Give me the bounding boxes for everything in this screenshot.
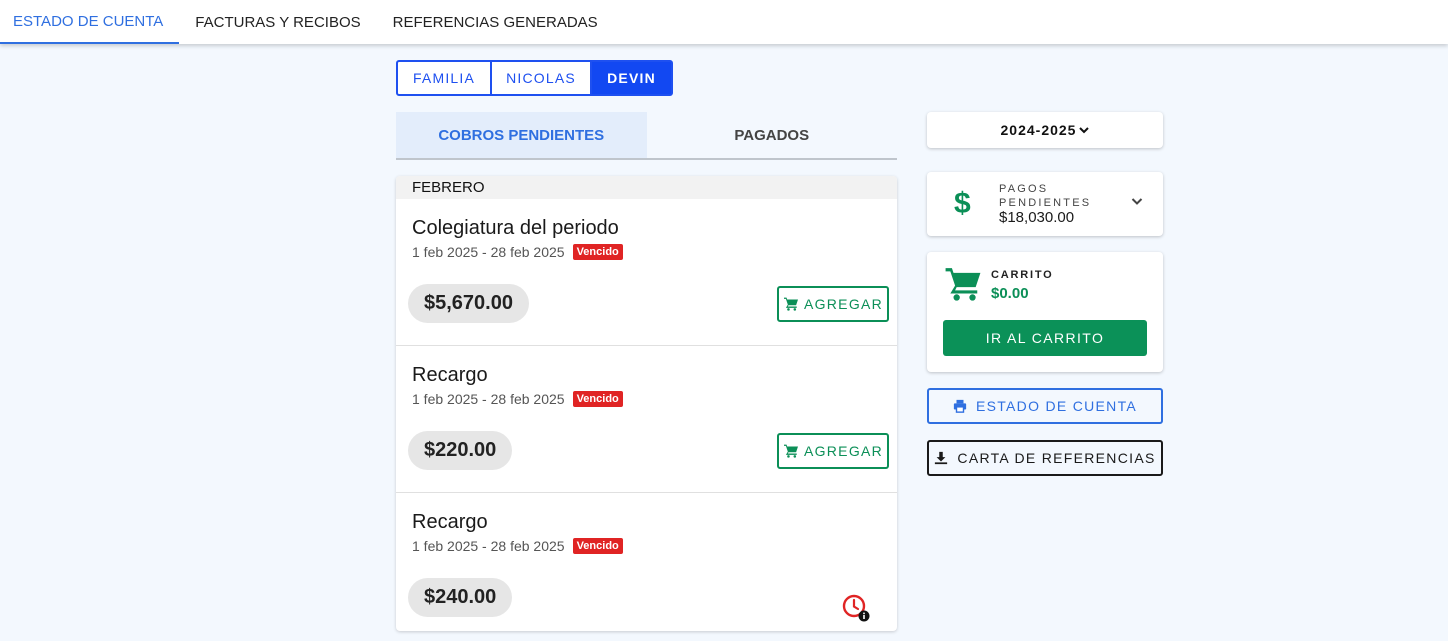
year-selector[interactable]: 2024-2025 bbox=[927, 112, 1163, 148]
overdue-badge: Vencido bbox=[572, 391, 623, 407]
add-to-cart-button[interactable]: AGREGAR bbox=[777, 433, 889, 469]
printer-icon bbox=[953, 399, 967, 413]
student-option-familia[interactable]: FAMILIA bbox=[396, 60, 492, 96]
charge-title: Colegiatura del periodo bbox=[412, 217, 619, 239]
add-to-cart-label: AGREGAR bbox=[803, 296, 884, 312]
top-nav: ESTADO DE CUENTA FACTURAS Y RECIBOS REFE… bbox=[0, 0, 1448, 44]
month-header: FEBRERO bbox=[396, 176, 897, 199]
pending-payments-card[interactable]: $ PAGOS PENDIENTES $18,030.00 bbox=[927, 172, 1163, 236]
cart-icon bbox=[783, 297, 798, 311]
charge-amount: $5,670.00 bbox=[408, 284, 529, 323]
charge-period: 1 feb 2025 - 28 feb 2025 Vencido bbox=[412, 391, 623, 407]
charge-item: Colegiatura del periodo 1 feb 2025 - 28 … bbox=[396, 199, 897, 346]
charge-item: Recargo 1 feb 2025 - 28 feb 2025 Vencido… bbox=[396, 346, 897, 493]
account-statement-button[interactable]: ESTADO DE CUENTA bbox=[927, 388, 1163, 424]
charge-period-text: 1 feb 2025 - 28 feb 2025 bbox=[412, 391, 565, 407]
charge-title: Recargo bbox=[412, 364, 488, 386]
student-toggle: FAMILIA NICOLAS DEVIN bbox=[396, 60, 673, 96]
references-letter-button[interactable]: CARTA DE REFERENCIAS bbox=[927, 440, 1163, 476]
chevron-down-icon bbox=[1131, 198, 1143, 205]
add-to-cart-label: AGREGAR bbox=[803, 443, 884, 459]
year-label: 2024-2025 bbox=[1000, 122, 1077, 138]
download-icon bbox=[935, 451, 948, 465]
charge-period: 1 feb 2025 - 28 feb 2025 Vencido bbox=[412, 538, 623, 554]
charge-period: 1 feb 2025 - 28 feb 2025 Vencido bbox=[412, 244, 623, 260]
tab-pagados[interactable]: PAGADOS bbox=[647, 112, 898, 158]
pending-payments-value: $18,030.00 bbox=[999, 209, 1075, 226]
charge-period-text: 1 feb 2025 - 28 feb 2025 bbox=[412, 244, 565, 260]
account-statement-label: ESTADO DE CUENTA bbox=[975, 398, 1138, 414]
overdue-badge: Vencido bbox=[572, 538, 623, 554]
pending-payments-label: PAGOS PENDIENTES bbox=[999, 183, 1092, 209]
status-tabs: COBROS PENDIENTES PAGADOS bbox=[396, 112, 897, 160]
dollar-icon: $ bbox=[954, 187, 971, 220]
cart-label: CARRITO bbox=[991, 269, 1054, 281]
charges-list: FEBRERO Colegiatura del periodo 1 feb 20… bbox=[396, 176, 897, 631]
overdue-badge: Vencido bbox=[572, 244, 623, 260]
go-to-cart-button[interactable]: IR AL CARRITO bbox=[943, 320, 1147, 356]
add-to-cart-button[interactable]: AGREGAR bbox=[777, 286, 889, 322]
student-option-devin[interactable]: DEVIN bbox=[590, 60, 673, 96]
charge-item: Recargo 1 feb 2025 - 28 feb 2025 Vencido… bbox=[396, 493, 897, 631]
tab-estado-de-cuenta[interactable]: ESTADO DE CUENTA bbox=[0, 0, 180, 44]
charge-amount: $220.00 bbox=[408, 431, 513, 470]
student-option-nicolas[interactable]: NICOLAS bbox=[490, 60, 592, 96]
tab-facturas-y-recibos[interactable]: FACTURAS Y RECIBOS bbox=[179, 0, 376, 44]
cart-icon bbox=[783, 444, 798, 458]
clock-info-icon[interactable] bbox=[841, 593, 871, 623]
charge-amount: $240.00 bbox=[408, 578, 513, 617]
charge-period-text: 1 feb 2025 - 28 feb 2025 bbox=[412, 538, 565, 554]
cart-card: CARRITO $0.00 IR AL CARRITO bbox=[927, 252, 1163, 372]
references-letter-label: CARTA DE REFERENCIAS bbox=[957, 450, 1156, 466]
cart-total: $0.00 bbox=[991, 285, 1029, 302]
charge-title: Recargo bbox=[412, 511, 488, 533]
cart-icon bbox=[945, 268, 981, 301]
tab-cobros-pendientes[interactable]: COBROS PENDIENTES bbox=[396, 112, 647, 158]
chevron-down-icon bbox=[1079, 127, 1090, 134]
tab-referencias-generadas[interactable]: REFERENCIAS GENERADAS bbox=[377, 0, 614, 44]
